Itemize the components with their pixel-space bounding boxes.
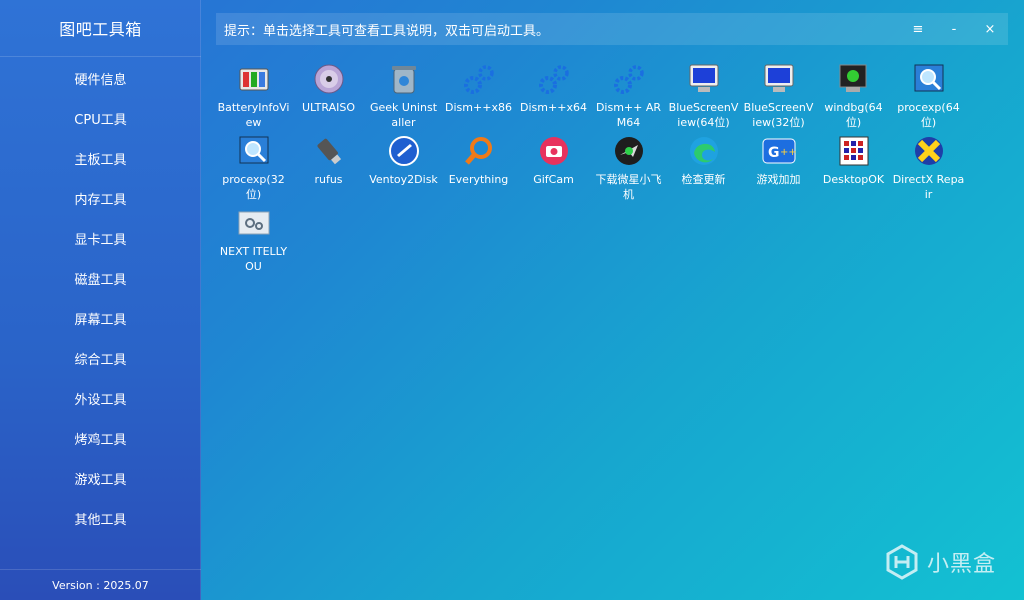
app-title: 图吧工具箱: [0, 0, 201, 57]
tool-label: Dism++x86: [445, 101, 512, 114]
tool-label: Everything: [448, 173, 509, 186]
settings-window-icon: [237, 206, 271, 240]
tool-item[interactable]: GifCam: [516, 130, 591, 202]
sidebar-item[interactable]: 硬件信息: [0, 58, 201, 98]
window-controls: ≡ - ×: [900, 13, 1008, 45]
sidebar-item[interactable]: 屏幕工具: [0, 298, 201, 338]
hint-bar: 提示：单击选择工具可查看工具说明，双击可启动工具。 ≡ - ×: [216, 13, 1008, 45]
tool-label: windbg(64位): [824, 101, 883, 129]
tool-item[interactable]: DesktopOK: [816, 130, 891, 202]
tool-label: ULTRAISO: [302, 101, 355, 114]
sidebar-item[interactable]: 内存工具: [0, 178, 201, 218]
hint-text: 提示：单击选择工具可查看工具说明，双击可启动工具。: [224, 23, 550, 39]
tool-item[interactable]: rufus: [291, 130, 366, 202]
edge-icon: [687, 134, 721, 168]
tool-label: DirectX Repair: [892, 173, 965, 201]
sidebar-item[interactable]: 显卡工具: [0, 218, 201, 258]
heybox-logo-icon: [886, 544, 918, 580]
tool-item[interactable]: Everything: [441, 130, 516, 202]
airplane-icon: [612, 134, 646, 168]
tool-label: Dism++ ARM64: [595, 101, 662, 129]
tool-item[interactable]: 检查更新: [666, 130, 741, 202]
tool-item[interactable]: BlueScreenView(64位): [666, 58, 741, 130]
tool-item[interactable]: windbg(64位): [816, 58, 891, 130]
tool-item[interactable]: procexp(32位): [216, 130, 291, 202]
battery-icon: [237, 62, 271, 96]
tool-item[interactable]: Dism++x86: [441, 58, 516, 130]
tool-item[interactable]: G ++ 游戏加加: [741, 130, 816, 202]
tool-label: procexp(32位): [222, 173, 285, 201]
tool-item[interactable]: BatteryInfoView: [216, 58, 291, 130]
tool-item[interactable]: Ventoy2Disk: [366, 130, 441, 202]
disc-icon: [312, 62, 346, 96]
tool-label: 游戏加加: [756, 173, 801, 186]
tool-item[interactable]: NEXT ITELLYOU: [216, 202, 291, 274]
sidebar-item[interactable]: 游戏工具: [0, 458, 201, 498]
tool-item[interactable]: Dism++ ARM64: [591, 58, 666, 130]
watermark-text: 小黑盒: [926, 552, 996, 577]
tool-label: Ventoy2Disk: [369, 173, 438, 186]
tool-label: Dism++x64: [520, 101, 587, 114]
sidebar-item[interactable]: 综合工具: [0, 338, 201, 378]
tool-label: procexp(64位): [897, 101, 960, 129]
version-label: Version : 2025.07: [0, 569, 201, 600]
watermark: 小黑盒: [885, 542, 996, 582]
tool-label: NEXT ITELLYOU: [219, 245, 288, 273]
svg-text:++: ++: [780, 147, 796, 158]
tool-item[interactable]: procexp(64位): [891, 58, 966, 130]
tool-label: rufus: [314, 173, 343, 186]
gears-icon: [462, 62, 496, 96]
trash-can-icon: [387, 62, 421, 96]
app-window: 图吧工具箱 硬件信息 CPU工具 主板工具 内存工具 显卡工具 磁盘工具 屏幕工具 综合工具外…: [0, 0, 1024, 600]
tool-label: BatteryInfoView: [217, 101, 290, 129]
tool-label: DesktopOK: [822, 173, 885, 186]
camera-icon: [537, 134, 571, 168]
tool-item[interactable]: Dism++x64: [516, 58, 591, 130]
sidebar-item[interactable]: CPU工具: [0, 98, 201, 138]
sidebar-item[interactable]: 主板工具: [0, 138, 201, 178]
sidebar-item[interactable]: 其他工具: [0, 498, 201, 538]
magnifier-window-icon: [912, 62, 946, 96]
tool-item[interactable]: DirectX Repair: [891, 130, 966, 202]
sidebar: 图吧工具箱 硬件信息 CPU工具 主板工具 内存工具 显卡工具 磁盘工具 屏幕工具 综合工具外…: [0, 0, 201, 600]
gameplus-icon: G ++: [762, 134, 796, 168]
directx-icon: [912, 134, 946, 168]
ventoy-icon: [387, 134, 421, 168]
tool-item[interactable]: BlueScreenView(32位): [741, 58, 816, 130]
tool-label: 下载微星小飞机: [595, 173, 662, 201]
debugger-icon: [837, 62, 871, 96]
minimize-button[interactable]: -: [936, 13, 972, 45]
sidebar-item[interactable]: 磁盘工具: [0, 258, 201, 298]
tool-item[interactable]: ULTRAISO: [291, 58, 366, 130]
gears-icon: [612, 62, 646, 96]
magnifier-window-icon: [237, 134, 271, 168]
search-icon: [462, 134, 496, 168]
sidebar-nav: 硬件信息 CPU工具 主板工具 内存工具 显卡工具 磁盘工具 屏幕工具 综合工具 外设工具 烤鸡工…: [0, 58, 201, 538]
tool-label: BlueScreenView(64位): [668, 101, 739, 129]
close-button[interactable]: ×: [972, 13, 1008, 45]
tool-grid: BatteryInfoView ULTRAISO Geek Uninstaller D…: [216, 58, 976, 274]
monitor-icon: [762, 62, 796, 96]
tool-label: Geek Uninstaller: [369, 101, 438, 129]
desktop-grid-icon: [837, 134, 871, 168]
svg-text:G: G: [768, 145, 780, 161]
menu-button[interactable]: ≡: [900, 13, 936, 45]
tool-label: BlueScreenView(32位): [743, 101, 814, 129]
tool-item[interactable]: 下载微星小飞机: [591, 130, 666, 202]
usb-drive-icon: [312, 134, 346, 168]
tool-item[interactable]: Geek Uninstaller: [366, 58, 441, 130]
sidebar-item[interactable]: 外设工具: [0, 378, 201, 418]
gears-icon: [537, 62, 571, 96]
monitor-icon: [687, 62, 721, 96]
tool-label: 检查更新: [681, 173, 726, 186]
sidebar-item[interactable]: 烤鸡工具: [0, 418, 201, 458]
tool-label: GifCam: [533, 173, 574, 186]
